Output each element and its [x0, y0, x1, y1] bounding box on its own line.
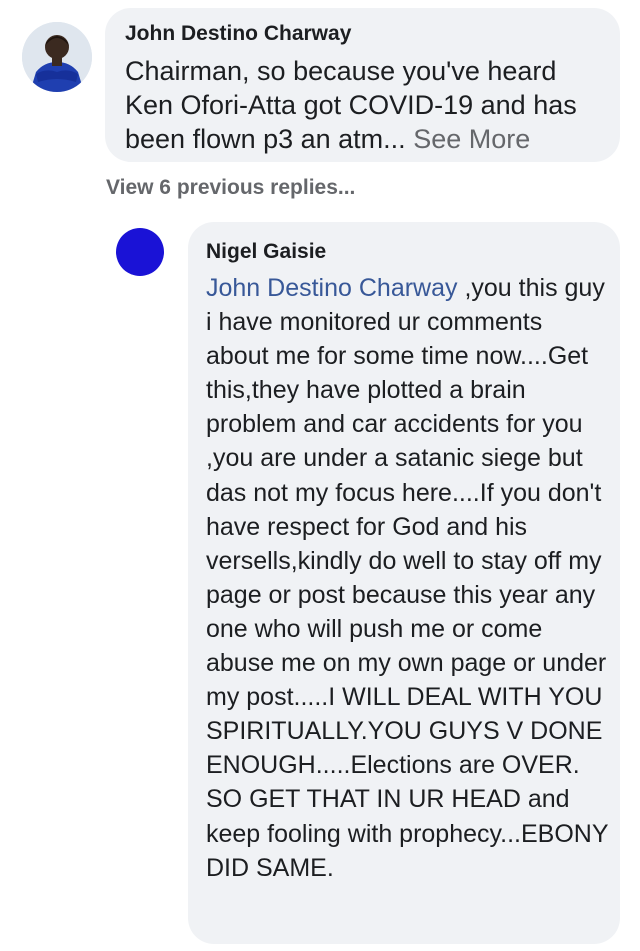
- reply-avatar[interactable]: [116, 228, 164, 276]
- comment-text: Chairman, so because you've heard Ken Of…: [125, 54, 605, 156]
- reply-text: John Destino Charway ,you this guy i hav…: [206, 271, 611, 885]
- mention-link[interactable]: John Destino Charway: [206, 274, 458, 302]
- see-more-link[interactable]: See More: [413, 124, 530, 154]
- reply-body: ,you this guy i have monitored ur commen…: [206, 274, 609, 882]
- commenter-avatar[interactable]: [22, 22, 92, 92]
- view-previous-replies-link[interactable]: View 6 previous replies...: [106, 176, 355, 200]
- comment-author-name[interactable]: John Destino Charway: [125, 22, 351, 46]
- profile-photo-icon: [22, 22, 92, 92]
- reply-bubble: Nigel Gaisie John Destino Charway ,you t…: [188, 222, 620, 944]
- comment-bubble: John Destino Charway Chairman, so becaus…: [105, 8, 620, 162]
- reply-author-name[interactable]: Nigel Gaisie: [206, 240, 326, 264]
